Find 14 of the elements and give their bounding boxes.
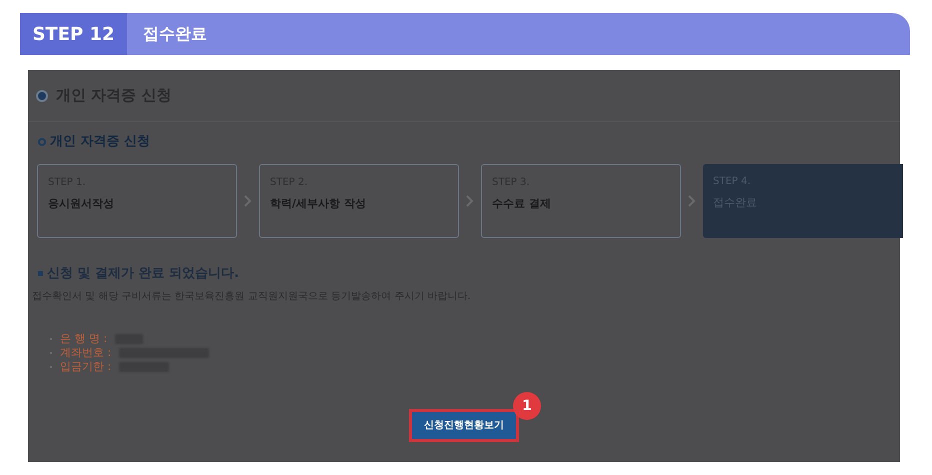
step-badge: 1 <box>513 392 541 420</box>
info-label: 입금기한 : <box>60 361 112 372</box>
ring-icon <box>38 138 46 146</box>
chevron-icon <box>244 194 252 206</box>
bullet-icon <box>36 90 48 102</box>
info-label: 계좌번호 : <box>60 347 112 358</box>
info-label: 은 행 명 : <box>60 333 108 344</box>
chevron-icon <box>466 194 474 206</box>
view-progress-button[interactable]: 신청진행현황보기 <box>409 409 519 442</box>
step-number: STEP 12 <box>20 13 127 55</box>
section-title: 개인 자격증 신청 <box>50 133 150 151</box>
square-bullet-icon <box>38 270 43 276</box>
step-title: 접수완료 <box>143 23 207 45</box>
chevron-icon <box>688 194 696 206</box>
